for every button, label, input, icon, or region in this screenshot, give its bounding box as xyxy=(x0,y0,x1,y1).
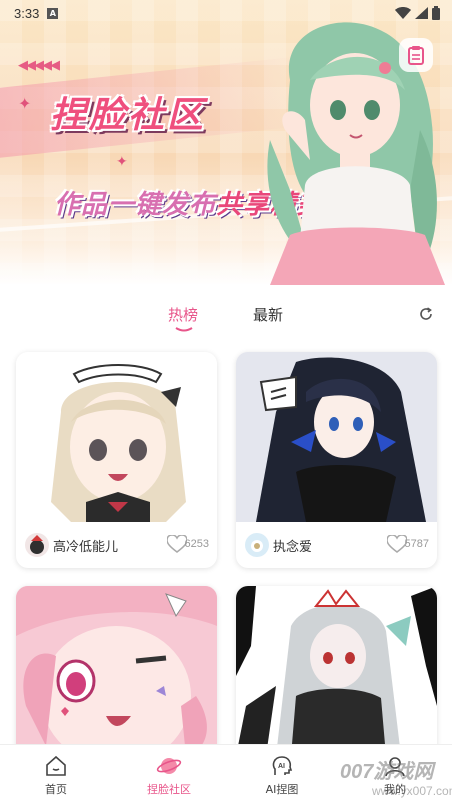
feed-tabs: 热榜 最新 xyxy=(0,300,452,334)
nav-home[interactable]: 首页 xyxy=(11,745,101,805)
nav-community-label: 捏脸社区 xyxy=(147,783,191,796)
banner-subtitle-part1: 作品一键发布 xyxy=(54,190,217,220)
notification-icon: A xyxy=(47,7,59,19)
like-count: 6253 xyxy=(184,538,209,550)
nav-home-label: 首页 xyxy=(45,783,67,796)
tab-new-label: 最新 xyxy=(253,306,284,324)
work-card[interactable] xyxy=(236,586,437,756)
watermark-text: 007游戏网 xyxy=(340,761,434,783)
nav-ai[interactable]: AI AI捏图 xyxy=(237,745,327,805)
fox-mask-girl-illustration xyxy=(236,586,437,756)
avatar[interactable] xyxy=(245,533,269,557)
tab-active-indicator xyxy=(175,327,193,332)
work-image[interactable] xyxy=(16,586,217,756)
status-time: 3:33 xyxy=(14,5,40,21)
watermark-url: www.yx007.com xyxy=(372,784,452,798)
pink-girl-illustration xyxy=(16,586,217,756)
work-image[interactable] xyxy=(236,352,437,522)
ai-head-icon: AI xyxy=(272,756,293,775)
maid-girl-illustration xyxy=(51,364,186,522)
avatar[interactable] xyxy=(25,533,49,557)
home-icon xyxy=(46,755,66,776)
battery-icon xyxy=(432,6,440,20)
planet-icon xyxy=(156,758,182,774)
username[interactable]: 执念爱 xyxy=(273,536,312,555)
tab-new[interactable]: 最新 xyxy=(253,304,283,325)
signal-icon xyxy=(415,7,428,19)
work-meta: 执念爱 5787 xyxy=(236,522,437,568)
gothic-girl-illustration xyxy=(236,352,437,522)
username[interactable]: 高冷低能儿 xyxy=(53,536,118,555)
tab-hot-label: 热榜 xyxy=(168,306,199,324)
work-image[interactable] xyxy=(236,586,437,756)
svg-text:AI: AI xyxy=(278,763,285,770)
work-card[interactable]: 执念爱 5787 xyxy=(236,352,437,568)
refresh-icon[interactable] xyxy=(418,306,434,322)
nav-community[interactable]: 捏脸社区 xyxy=(124,745,214,805)
clipboard-icon xyxy=(408,46,424,65)
sparkle-icon: ✦ xyxy=(18,94,32,113)
work-meta: 高冷低能儿 6253 xyxy=(16,522,217,568)
nav-ai-label: AI捏图 xyxy=(265,783,299,796)
banner-arrows-decoration: ◀◀◀◀◀ xyxy=(18,58,60,73)
banner-title: 捏脸社区 xyxy=(50,95,207,136)
work-image[interactable] xyxy=(16,352,217,522)
tab-hot[interactable]: 热榜 xyxy=(168,304,199,332)
like-count: 5787 xyxy=(404,538,429,550)
drafts-button[interactable] xyxy=(399,38,433,72)
sparkle-icon: ✦ xyxy=(116,154,128,170)
wifi-icon xyxy=(395,7,411,19)
community-banner[interactable]: ◀◀◀◀◀ ◀◀◀◀◀ ✦ ✦ 捏脸社区 作品一键发布共享精美捏脸 xyxy=(0,0,452,285)
work-card[interactable]: 高冷低能儿 6253 xyxy=(16,352,217,568)
status-bar: 3:33 A xyxy=(0,0,452,26)
work-card[interactable] xyxy=(16,586,217,756)
